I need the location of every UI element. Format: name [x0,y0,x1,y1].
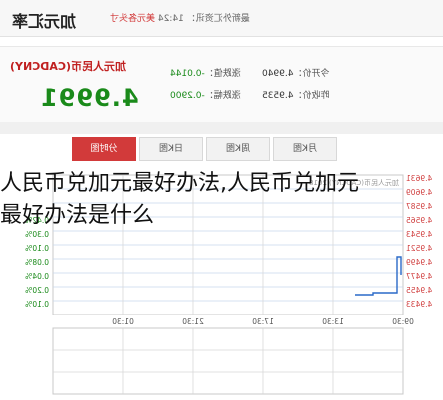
open-price: 今开价：4.9940 [262,66,330,79]
article-overlay-title: 人民币兑加元最好办法,人民币兑加元 最好办法是什么 [0,168,443,232]
change-percent: 涨跌幅：-0.2900 [170,88,241,101]
overlay-line-2: 最好办法是什么 [0,203,155,228]
news-prefix: 最新外汇资讯： [186,14,250,24]
change-pct-label: 涨跌幅： [204,91,241,101]
x-label-1: 13:30 [322,317,344,326]
news-ticker[interactable]: 最新外汇资讯： 14:24 美元各头寸 [110,11,250,24]
volume-chart [52,327,404,395]
y-right-9: 4.9433 [406,300,432,309]
change-label: 涨跌值： [204,69,241,79]
tab-monthly-k[interactable]: 月K图 [273,137,337,161]
prev-close-number: 4.9535 [262,91,294,101]
y-left-4: 0.10% [25,300,49,309]
news-link[interactable]: 美元各头寸 [110,14,155,24]
y-right-7: 4.9477 [406,272,432,281]
change-pct-number: -0.2900 [170,91,205,101]
x-label-4: 01:30 [112,317,134,326]
page-title: 加元汇率 [12,12,77,31]
x-label-0: 09:30 [392,317,414,326]
y-right-8: 4.9455 [406,286,432,295]
currency-pair-name: 加元人民币(CADCNY) [10,60,127,73]
y-left-2: 0.04% [25,272,49,281]
x-label-3: 21:30 [182,317,204,326]
y-right-6: 4.9499 [406,258,432,267]
open-number: 4.9940 [262,69,294,79]
y-right-5: 4.9521 [406,244,432,253]
overlay-line-1: 人民币兑加元最好办法,人民币兑加元 [0,171,359,196]
y-left-3: 0.20% [25,286,49,295]
prev-close-price: 昨收价：4.9535 [262,88,330,101]
prev-close-label: 昨收价： [293,91,330,101]
y-left-1: 0.08% [25,258,49,267]
tab-intraday[interactable]: 分时图 [72,137,136,161]
change-value: 涨跌值：-0.0144 [170,66,241,79]
x-label-2: 17:30 [252,317,274,326]
current-price: 4.9991 [40,84,139,112]
news-time: 14:24 [157,14,184,24]
tab-daily-k[interactable]: 日K图 [139,137,203,161]
open-label: 今开价： [293,69,330,79]
change-number: -0.0144 [170,69,205,79]
tab-weekly-k[interactable]: 周K图 [206,137,270,161]
y-left-0: 0.10% [25,244,49,253]
section-divider [0,122,443,134]
